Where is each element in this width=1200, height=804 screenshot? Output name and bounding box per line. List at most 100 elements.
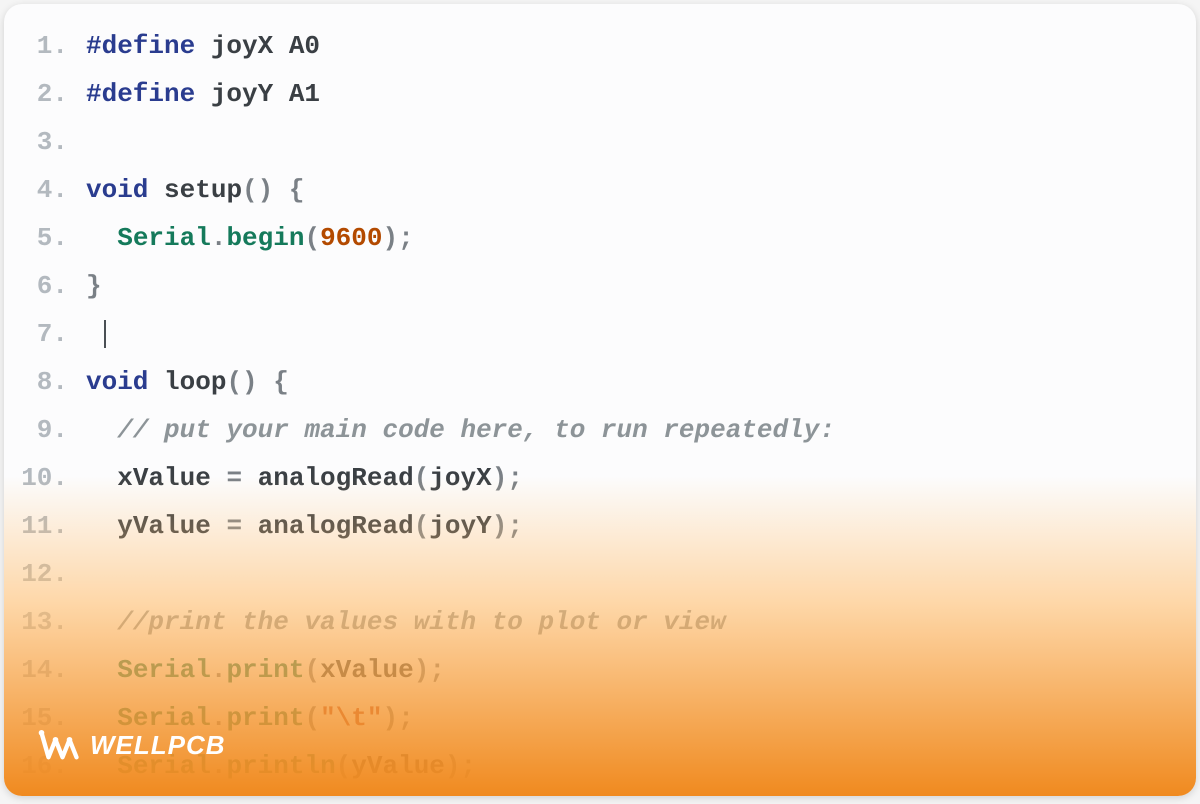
token: 9600 [320,223,382,253]
token: ; [398,703,414,733]
token: joyY [429,511,491,541]
token: ; [507,463,523,493]
token [258,367,274,397]
token: ( [304,223,320,253]
line-content: #define joyX A0 [86,22,320,70]
code-block: 1.#define joyX A02.#define joyY A13.4.vo… [4,4,1196,790]
token: println [226,751,335,781]
token: void [86,367,148,397]
code-line: 10. xValue = analogRead(joyX); [4,454,1196,502]
token: ( [336,751,352,781]
token: joyY A1 [195,79,320,109]
token: ( [414,463,430,493]
code-card: 1.#define joyX A02.#define joyY A13.4.vo… [4,4,1196,796]
line-content: //print the values with to plot or view [86,598,726,646]
code-line: 14. Serial.print(xValue); [4,646,1196,694]
code-line: 1.#define joyX A0 [4,22,1196,70]
token: } [86,271,102,301]
line-number: 14. [4,646,86,694]
token: ; [398,223,414,253]
token: ) [383,223,399,253]
token: ) [383,703,399,733]
token: setup [164,175,242,205]
token: void [86,175,148,205]
token: ) [414,655,430,685]
code-line: 7. [4,310,1196,358]
token: { [289,175,305,205]
token: ; [461,751,477,781]
code-line: 12. [4,550,1196,598]
token: () [226,367,257,397]
token: joyX A0 [195,31,320,61]
token: loop [164,367,226,397]
code-line: 2.#define joyY A1 [4,70,1196,118]
text-cursor [104,320,106,348]
line-number: 13. [4,598,86,646]
line-content: } [86,262,102,310]
line-number: 3. [4,118,86,166]
token: // put your main code here, to run repea… [117,415,835,445]
token: { [273,367,289,397]
token: ) [492,463,508,493]
code-line: 9. // put your main code here, to run re… [4,406,1196,454]
token: = [226,463,242,493]
token: . [211,223,227,253]
line-content: xValue = analogRead(joyX); [86,454,523,502]
wellpcb-logo-icon [38,724,80,766]
line-number: 4. [4,166,86,214]
line-content: yValue = analogRead(joyY); [86,502,523,550]
token: print [226,703,304,733]
token: . [211,655,227,685]
code-line: 4.void setup() { [4,166,1196,214]
token: print [226,655,304,685]
token: ) [445,751,461,781]
token: analogRead [242,463,414,493]
token: #define [86,31,195,61]
token: () [242,175,273,205]
line-number: 8. [4,358,86,406]
watermark-text: WELLPCB [90,730,226,761]
line-number: 10. [4,454,86,502]
line-content: Serial.print(xValue); [86,646,445,694]
code-line: 6.} [4,262,1196,310]
line-number: 2. [4,70,86,118]
token: xValue [320,655,414,685]
watermark: WELLPCB [38,724,226,766]
token: joyX [429,463,491,493]
line-number: 6. [4,262,86,310]
line-number: 5. [4,214,86,262]
token [273,175,289,205]
token: #define [86,79,195,109]
token: = [226,511,242,541]
line-number: 9. [4,406,86,454]
token: ; [507,511,523,541]
token [148,367,164,397]
token: ( [414,511,430,541]
line-number: 7. [4,310,86,358]
code-line: 8.void loop() { [4,358,1196,406]
line-content: void setup() { [86,166,304,214]
line-content: // put your main code here, to run repea… [86,406,835,454]
token: ( [304,655,320,685]
token: yValue [351,751,445,781]
line-content: Serial.begin(9600); [86,214,414,262]
line-number: 11. [4,502,86,550]
token: xValue [117,463,226,493]
token: "\t" [320,703,382,733]
token: ; [429,655,445,685]
code-line: 11. yValue = analogRead(joyY); [4,502,1196,550]
token: ) [492,511,508,541]
code-line: 13. //print the values with to plot or v… [4,598,1196,646]
token: ( [304,703,320,733]
token: analogRead [242,511,414,541]
token: //print the values with to plot or view [117,607,726,637]
token: begin [226,223,304,253]
line-content: void loop() { [86,358,289,406]
line-content [86,310,106,358]
token: yValue [117,511,226,541]
token [148,175,164,205]
code-line: 5. Serial.begin(9600); [4,214,1196,262]
line-content: #define joyY A1 [86,70,320,118]
line-number: 1. [4,22,86,70]
line-number: 12. [4,550,86,598]
